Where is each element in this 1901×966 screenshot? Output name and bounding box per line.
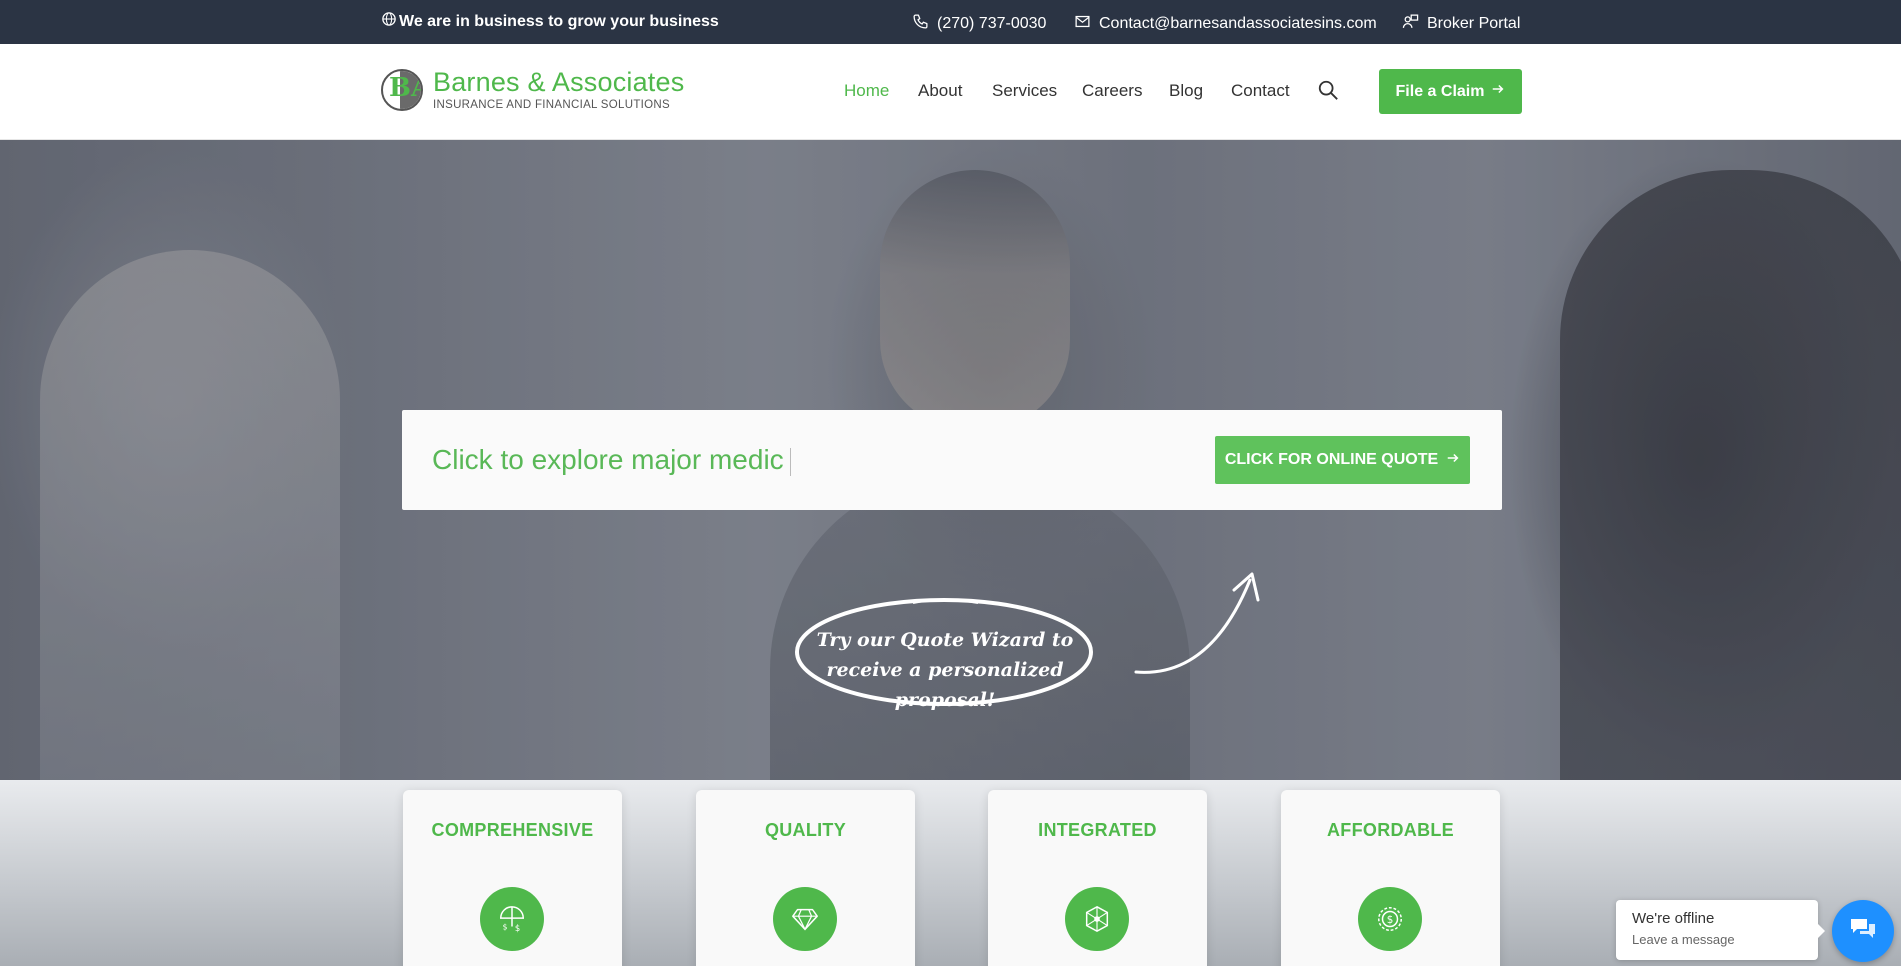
dollar-coin-icon: $ [1358, 887, 1422, 951]
tagline: We are in business to grow your business [382, 12, 719, 31]
feature-title: AFFORDABLE [1327, 820, 1454, 840]
nav-careers[interactable]: Careers [1082, 81, 1142, 101]
chat-offline-bubble[interactable]: We're offline Leave a message [1616, 900, 1825, 960]
wizard-callout: Try our Quote Wizard to receive a person… [816, 629, 1074, 711]
top-bar: We are in business to grow your business… [0, 0, 1901, 44]
mail-icon [1074, 13, 1091, 35]
feature-card-quality[interactable]: QUALITY [696, 790, 915, 966]
network-icon [1065, 887, 1129, 951]
feature-title: COMPREHENSIVE [431, 820, 594, 840]
feature-card-integrated[interactable]: INTEGRATED [988, 790, 1207, 966]
svg-text:$: $ [515, 923, 520, 933]
nav-about[interactable]: About [918, 81, 962, 101]
phone-icon [912, 13, 929, 35]
svg-text:$: $ [503, 922, 508, 931]
online-quote-button[interactable]: CLICK FOR ONLINE QUOTE [1215, 436, 1470, 484]
nav-home[interactable]: Home [844, 81, 889, 101]
logo-letters: BA [389, 73, 421, 103]
logo-name: Barnes & Associates [433, 67, 685, 97]
umbrella-dollar-icon: $ $ [480, 887, 544, 951]
online-quote-label: CLICK FOR ONLINE QUOTE [1224, 451, 1439, 468]
email-address: Contact@barnesandassociatesins.com [1099, 15, 1377, 32]
svg-text:$: $ [1387, 914, 1394, 926]
chat-status-title: We're offline [1632, 910, 1715, 927]
feature-card-affordable[interactable]: AFFORDABLE $ [1281, 790, 1500, 966]
logo[interactable]: BA Barnes & Associates INSURANCE AND FIN… [381, 69, 684, 111]
phone-number: (270) 737-0030 [937, 15, 1047, 32]
file-claim-button[interactable]: File a Claim [1379, 69, 1522, 114]
logo-subtitle: INSURANCE AND FINANCIAL SOLUTIONS [433, 99, 670, 111]
email-link[interactable]: Contact@barnesandassociatesins.com [1074, 13, 1377, 35]
feature-card-comprehensive[interactable]: COMPREHENSIVE $ $ [403, 790, 622, 966]
search-icon[interactable] [1317, 79, 1339, 101]
typed-headline: Click to explore major medic [432, 444, 791, 476]
phone-link[interactable]: (270) 737-0030 [912, 13, 1046, 35]
feature-title: QUALITY [764, 820, 847, 840]
chat-leave-message: Leave a message [1632, 932, 1735, 947]
diamond-icon [773, 887, 837, 951]
nav-blog[interactable]: Blog [1169, 81, 1203, 101]
globe-icon [382, 12, 396, 31]
nav-services[interactable]: Services [992, 81, 1057, 101]
chat-icon [1847, 913, 1879, 950]
nav-contact[interactable]: Contact [1231, 81, 1290, 101]
tagline-text: We are in business to grow your business [399, 12, 719, 30]
file-claim-label: File a Claim [1395, 82, 1485, 100]
arrow-right-icon [1446, 451, 1460, 470]
quote-search-box[interactable]: Click to explore major medic CLICK FOR O… [402, 410, 1502, 510]
logo-mark: BA [381, 69, 423, 111]
user-board-icon [1402, 13, 1419, 35]
site-header: BA Barnes & Associates INSURANCE AND FIN… [0, 44, 1901, 140]
broker-portal-label: Broker Portal [1427, 15, 1521, 32]
hero-section: Click to explore major medic CLICK FOR O… [0, 140, 1901, 780]
curved-arrow-icon [1134, 572, 1260, 674]
chat-launcher-button[interactable] [1832, 900, 1894, 962]
broker-portal-link[interactable]: Broker Portal [1402, 13, 1520, 35]
feature-title: INTEGRATED [1038, 820, 1157, 840]
arrow-right-icon [1491, 82, 1505, 101]
